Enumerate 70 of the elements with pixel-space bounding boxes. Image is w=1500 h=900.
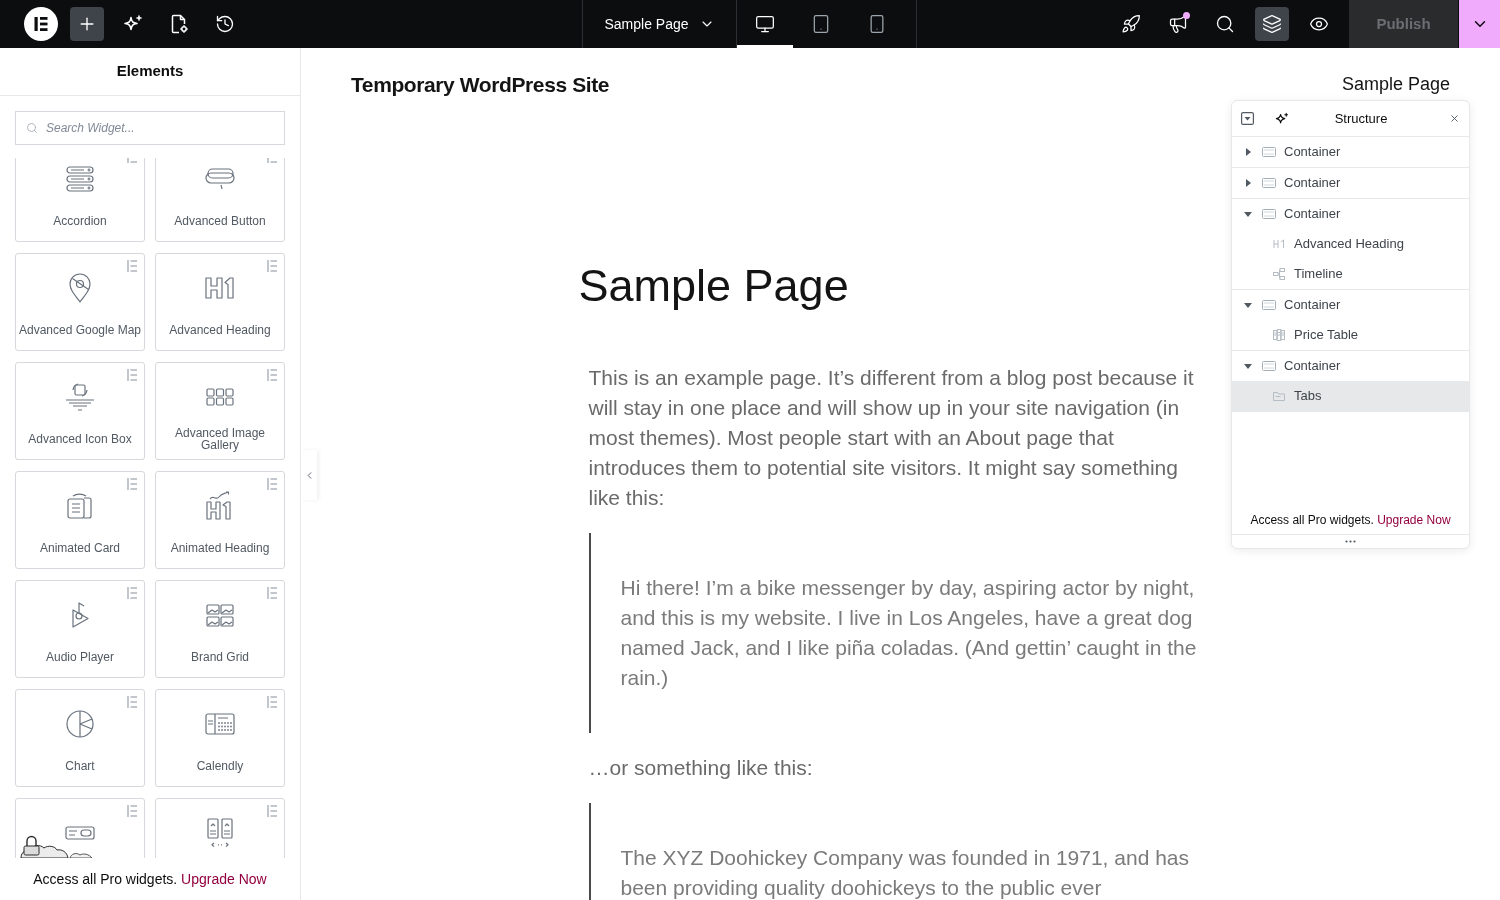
tablet-icon (811, 14, 831, 34)
collapse-square-icon[interactable] (1241, 112, 1254, 125)
icon-box-icon (64, 381, 96, 413)
caret-down-icon[interactable] (1244, 211, 1252, 217)
widget-card[interactable]: Advanced Icon Box (15, 362, 145, 460)
widget-card[interactable]: Animated Heading (155, 471, 285, 569)
widget-card[interactable]: Animated Card (15, 471, 145, 569)
caret-down-icon[interactable] (1244, 363, 1252, 369)
caret-down-icon[interactable] (1244, 302, 1252, 308)
search-icon (1215, 14, 1235, 34)
folder-icon (1273, 390, 1285, 402)
pro-promo-text: Access all Pro widgets. Upgrade Now (1250, 512, 1451, 529)
quote-text: The XYZ Doohickey Company was founded in 1971, and has been providing quality doohickeys to the public ever (620, 844, 1190, 900)
layers-icon (1262, 14, 1282, 34)
search-field[interactable]: Search Widget... (15, 111, 285, 145)
add-button[interactable] (70, 7, 104, 41)
carousel-icon (204, 817, 236, 849)
tree-item[interactable]: Tabs (1232, 381, 1469, 411)
container-icon (1262, 209, 1276, 219)
widget-card[interactable]: Audio Player (15, 580, 145, 678)
caret-right-icon[interactable] (1245, 148, 1251, 156)
timeline-icon (1273, 268, 1285, 280)
container-icon (1262, 178, 1276, 188)
panel-title: Elements (116, 61, 184, 82)
nav-link[interactable]: Sample Page (1341, 71, 1450, 99)
container-icon (1262, 147, 1276, 157)
caret-right-icon[interactable] (1245, 179, 1251, 187)
body-paragraph: This is an example page. It’s different from a blog post because it will stay in one place and will show up in your site navigation (in most themes). Most people start with an About page that introduces them to potential site visitors. It might say something like this: (588, 364, 1195, 511)
page-settings-icon (169, 14, 189, 34)
tree-item[interactable]: Timeline (1232, 259, 1469, 289)
history-icon (215, 14, 235, 34)
tree-item[interactable]: Container (1232, 168, 1469, 198)
widget-card[interactable]: Accordion (15, 158, 145, 242)
widget-card[interactable]: Calendly (155, 689, 285, 787)
widget-card[interactable]: Advanced Heading (155, 253, 285, 351)
tree-item[interactable]: Container (1232, 137, 1469, 167)
desktop-icon (755, 14, 775, 34)
widget-card[interactable]: Chart (15, 689, 145, 787)
tree-item[interactable]: Advanced Heading (1232, 229, 1469, 259)
pie-chart-icon (64, 708, 96, 740)
quote-text: Hi there! I’m a bike messenger by day, aspiring actor by night, and this is my website. I live in Los Angeles, have a great dog named Jack, and I like piña coladas. (And gettin’ caught in the rain.) (620, 574, 1198, 691)
sparkle-icon[interactable] (1275, 111, 1289, 126)
structure-button[interactable] (1255, 7, 1289, 41)
widget-card[interactable]: Advanced Google Map (15, 253, 145, 351)
tree-item[interactable]: Price Table (1232, 320, 1469, 350)
widget-card[interactable]: Advanced Button (155, 158, 285, 242)
dots-icon[interactable] (1345, 540, 1356, 543)
heading-icon (1273, 238, 1285, 250)
widget-card[interactable]: Advanced Image Gallery (155, 362, 285, 460)
upgrade-now-link[interactable]: Upgrade Now (1377, 513, 1451, 527)
close-icon[interactable] (1449, 113, 1460, 124)
tree-item[interactable]: Container (1232, 351, 1469, 381)
container-icon (1262, 361, 1276, 371)
widget-card[interactable]: Brand Grid (155, 580, 285, 678)
lock-cloud-icon (20, 834, 94, 858)
body-paragraph: …or something like this: (588, 754, 814, 781)
panel-title: Structure (1333, 109, 1389, 128)
pro-promo-text: Access all Pro widgets. Upgrade Now (33, 869, 267, 889)
rocket-icon (1121, 14, 1141, 34)
search-icon (26, 122, 38, 134)
logo-icon[interactable] (24, 7, 58, 41)
tree-item[interactable]: Container (1232, 290, 1469, 320)
page-heading: Sample Page (578, 258, 850, 313)
tree-item[interactable]: Container (1232, 199, 1469, 229)
upgrade-now-link[interactable]: Upgrade Now (181, 870, 267, 887)
price-table-icon (1273, 329, 1285, 341)
accordion-icon (64, 163, 96, 195)
container-icon (1262, 300, 1276, 310)
site-title: Temporary WordPress Site (351, 72, 610, 98)
megaphone-icon (1168, 14, 1188, 34)
